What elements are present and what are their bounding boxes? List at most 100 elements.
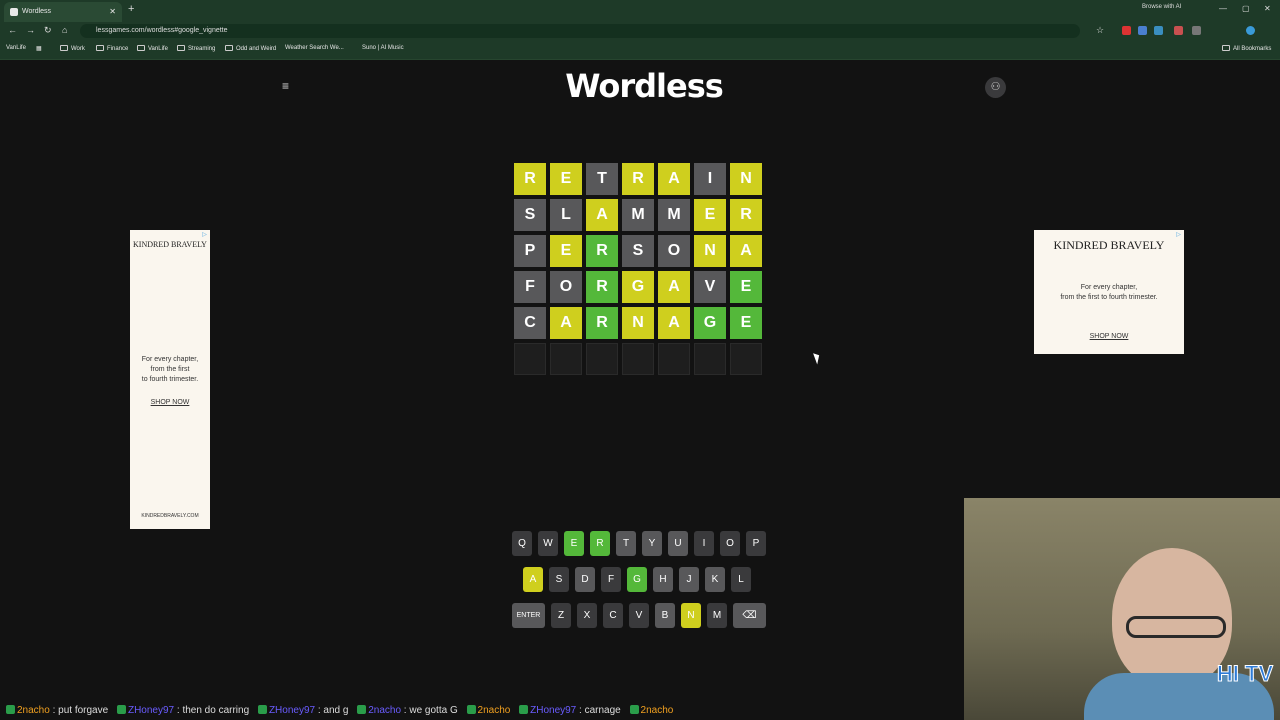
key-s[interactable]: S bbox=[549, 567, 569, 592]
ad-banner-left[interactable]: ▷ KINDRED BRAVELY For every chapter, fro… bbox=[130, 230, 210, 529]
bookmark-item[interactable]: Suno | AI Music bbox=[362, 45, 404, 51]
key-x[interactable]: X bbox=[577, 603, 597, 628]
new-tab-button[interactable]: + bbox=[128, 3, 134, 15]
board-tile: N bbox=[622, 307, 654, 339]
forward-icon[interactable]: → bbox=[26, 25, 35, 35]
empty-board-tile bbox=[658, 343, 690, 375]
board-tile: A bbox=[658, 163, 690, 195]
bookmark-item[interactable]: Weather Search We... bbox=[285, 45, 344, 51]
key-j[interactable]: J bbox=[679, 567, 699, 592]
key-u[interactable]: U bbox=[668, 531, 688, 556]
board-tile: G bbox=[694, 307, 726, 339]
bookmark-item[interactable]: Work bbox=[60, 45, 85, 52]
ad-shop-now-link[interactable]: SHOP NOW bbox=[130, 399, 210, 406]
browser-tab-strip: Wordless ✕ + Browse with AI — ▢ ✕ bbox=[0, 0, 1280, 22]
apps-icon[interactable]: ▦ bbox=[36, 45, 42, 52]
back-icon[interactable]: ← bbox=[8, 25, 17, 35]
url-field[interactable]: lessgames.com/wordless#google_vignette bbox=[80, 24, 1080, 38]
chat-platform-icon bbox=[357, 705, 367, 714]
board-tile: A bbox=[550, 307, 582, 339]
key-f[interactable]: F bbox=[601, 567, 621, 592]
key-b[interactable]: B bbox=[655, 603, 675, 628]
hamburger-icon[interactable]: ≡ bbox=[282, 80, 294, 92]
key-d[interactable]: D bbox=[575, 567, 595, 592]
extension-icon[interactable] bbox=[1174, 26, 1183, 35]
board-tile: A bbox=[730, 235, 762, 267]
adchoices-icon[interactable]: ▷ bbox=[201, 231, 208, 238]
enter-key[interactable]: ENTER bbox=[512, 603, 545, 628]
key-c[interactable]: C bbox=[603, 603, 623, 628]
key-r[interactable]: R bbox=[590, 531, 610, 556]
key-h[interactable]: H bbox=[653, 567, 673, 592]
key-z[interactable]: Z bbox=[551, 603, 571, 628]
board-tile: S bbox=[514, 199, 546, 231]
board-tile: R bbox=[730, 199, 762, 231]
key-t[interactable]: T bbox=[616, 531, 636, 556]
key-g[interactable]: G bbox=[627, 567, 647, 592]
board-tile: T bbox=[586, 163, 618, 195]
empty-board-tile bbox=[586, 343, 618, 375]
adchoices-icon[interactable]: ▷ bbox=[1175, 231, 1182, 238]
key-a[interactable]: A bbox=[523, 567, 543, 592]
backspace-key[interactable]: ⌫ bbox=[733, 603, 766, 628]
key-y[interactable]: Y bbox=[642, 531, 662, 556]
browse-with-ai-button[interactable]: Browse with AI bbox=[1142, 4, 1181, 10]
key-i[interactable]: I bbox=[694, 531, 714, 556]
folder-icon bbox=[177, 45, 185, 51]
bookmark-item[interactable]: Finance bbox=[96, 45, 128, 52]
all-bookmarks-button[interactable]: All Bookmarks bbox=[1222, 45, 1271, 52]
tab-favicon-icon bbox=[10, 8, 18, 16]
bookmark-item[interactable]: VanLife bbox=[137, 45, 168, 52]
profile-icon[interactable] bbox=[1246, 26, 1255, 35]
ad-brand: KINDRED BRAVELY bbox=[1053, 238, 1165, 252]
home-icon[interactable]: ⌂ bbox=[62, 25, 67, 35]
key-n[interactable]: N bbox=[681, 603, 701, 628]
board-tile: P bbox=[514, 235, 546, 267]
key-k[interactable]: K bbox=[705, 567, 725, 592]
ad-tagline: For every chapter, from the first to fou… bbox=[141, 356, 199, 383]
page-title: Wordless bbox=[565, 67, 724, 105]
extension-icon[interactable] bbox=[1138, 26, 1147, 35]
key-e[interactable]: E bbox=[564, 531, 584, 556]
key-w[interactable]: W bbox=[538, 531, 558, 556]
key-l[interactable]: L bbox=[731, 567, 751, 592]
board-tile: E bbox=[550, 163, 582, 195]
chat-ticker: 2nacho : put forgave ZHoney97 : then do … bbox=[0, 701, 964, 720]
key-p[interactable]: P bbox=[746, 531, 766, 556]
board-tile: E bbox=[730, 271, 762, 303]
board-tile: N bbox=[730, 163, 762, 195]
board-tile: M bbox=[622, 199, 654, 231]
close-tab-icon[interactable]: ✕ bbox=[109, 2, 116, 22]
reload-icon[interactable]: ↻ bbox=[44, 25, 52, 36]
bookmark-star-icon[interactable]: ☆ bbox=[1096, 25, 1104, 36]
board-tile: R bbox=[514, 163, 546, 195]
ad-shop-now-link[interactable]: SHOP NOW bbox=[1034, 333, 1184, 340]
key-o[interactable]: O bbox=[720, 531, 740, 556]
key-q[interactable]: Q bbox=[512, 531, 532, 556]
board-tile: C bbox=[514, 307, 546, 339]
chat-platform-icon bbox=[519, 705, 529, 714]
ad-banner-right[interactable]: ▷ KINDRED BRAVELY For every chapter, fro… bbox=[1034, 230, 1184, 354]
chat-platform-icon bbox=[629, 705, 639, 714]
empty-board-tile bbox=[550, 343, 582, 375]
key-v[interactable]: V bbox=[629, 603, 649, 628]
user-icon[interactable]: ⚇ bbox=[985, 77, 1006, 98]
maximize-icon[interactable]: ▢ bbox=[1242, 4, 1250, 13]
bookmark-item[interactable]: VanLife bbox=[6, 45, 26, 51]
chat-username: 2nacho bbox=[477, 705, 511, 716]
extension-icon[interactable] bbox=[1122, 26, 1131, 35]
extension-icon[interactable] bbox=[1154, 26, 1163, 35]
folder-icon bbox=[1222, 45, 1230, 51]
browser-tab[interactable]: Wordless ✕ bbox=[4, 2, 122, 22]
bookmark-item[interactable]: Streaming bbox=[177, 45, 215, 52]
ad-tagline: For every chapter, from the first to fou… bbox=[1060, 284, 1158, 301]
board-tile: O bbox=[658, 235, 690, 267]
extension-icon[interactable] bbox=[1192, 26, 1201, 35]
folder-icon bbox=[225, 45, 233, 51]
key-m[interactable]: M bbox=[707, 603, 727, 628]
bookmark-item[interactable]: Odd and Weird bbox=[225, 45, 276, 52]
ad-domain: KINDREDBRAVELY.COM bbox=[141, 513, 199, 519]
board-tile: R bbox=[586, 235, 618, 267]
close-window-icon[interactable]: ✕ bbox=[1264, 4, 1271, 13]
minimize-icon[interactable]: — bbox=[1219, 4, 1227, 13]
